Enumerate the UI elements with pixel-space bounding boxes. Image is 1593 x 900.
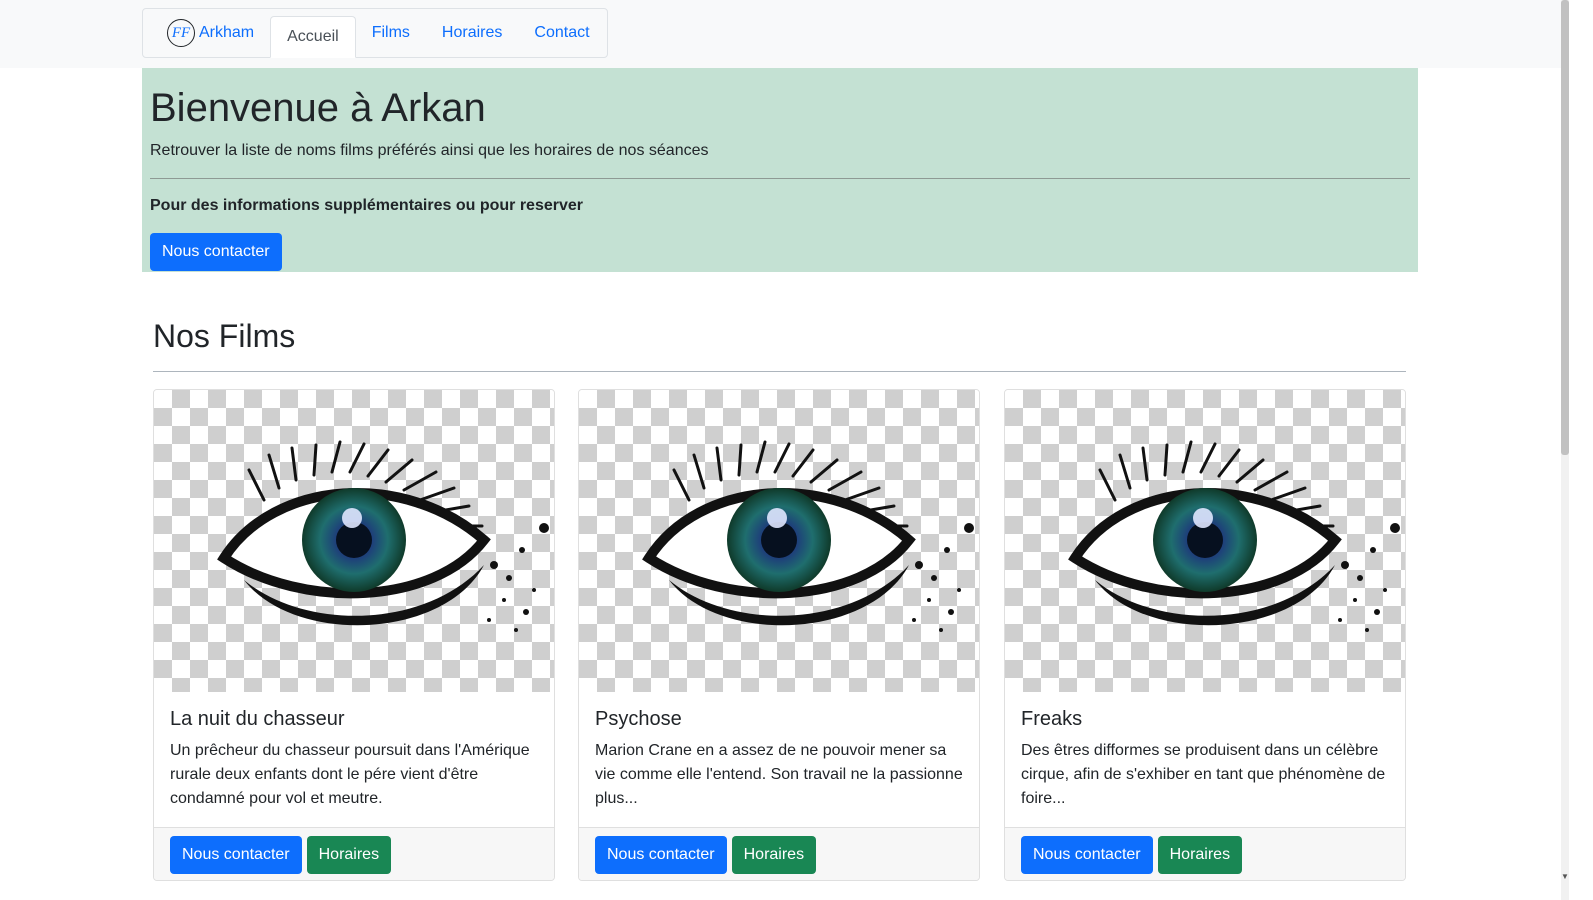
- hero-banner: Bienvenue à Arkan Retrouver la liste de …: [142, 68, 1418, 272]
- card-body: Psychose Marion Crane en a assez de ne p…: [595, 708, 963, 811]
- film-card: La nuit du chasseur Un prêcheur du chass…: [153, 389, 555, 881]
- brand-logo-icon: FF: [167, 19, 195, 47]
- brand-link[interactable]: FF Arkham: [167, 19, 254, 47]
- card-schedule-button[interactable]: Horaires: [1157, 836, 1243, 874]
- card-title: Psychose: [595, 708, 682, 730]
- card-text: Marion Crane en a assez de ne pouvoir me…: [595, 742, 963, 807]
- film-card: Psychose Marion Crane en a assez de ne p…: [578, 389, 980, 881]
- hero-lead: Retrouver la liste de noms films préféré…: [150, 142, 709, 159]
- eye-image: [1005, 390, 1405, 692]
- eye-image: [154, 390, 554, 692]
- hero-info-text: Pour des informations supplémentaires ou…: [150, 197, 583, 214]
- scroll-down-icon[interactable]: ▼: [1561, 872, 1569, 882]
- section-divider: [153, 371, 1406, 372]
- card-schedule-button[interactable]: Horaires: [306, 836, 392, 874]
- card-contact-button[interactable]: Nous contacter: [595, 836, 727, 874]
- card-footer: Nous contacter Horaires: [1005, 827, 1405, 880]
- film-card: Freaks Des êtres difformes se produisent…: [1004, 389, 1406, 881]
- card-schedule-button[interactable]: Horaires: [731, 836, 817, 874]
- card-body: Freaks Des êtres difformes se produisent…: [1021, 708, 1389, 811]
- card-footer: Nous contacter Horaires: [154, 827, 554, 880]
- card-text: Un prêcheur du chasseur poursuit dans l'…: [170, 742, 530, 807]
- card-title: Freaks: [1021, 708, 1083, 730]
- hero-title: Bienvenue à Arkan: [150, 86, 486, 130]
- eye-image: [579, 390, 979, 692]
- card-contact-button[interactable]: Nous contacter: [170, 836, 302, 874]
- nav-link-contact[interactable]: Contact: [518, 12, 605, 54]
- films-section-title: Nos Films: [153, 318, 296, 354]
- card-footer: Nous contacter Horaires: [579, 827, 979, 880]
- card-text: Des êtres difformes se produisent dans u…: [1021, 742, 1386, 807]
- brand-label: Arkham: [199, 24, 255, 41]
- card-title: La nuit du chasseur: [170, 708, 345, 730]
- card-body: La nuit du chasseur Un prêcheur du chass…: [170, 708, 538, 811]
- main-nav: FF Arkham Accueil Films Horaires Contact: [142, 8, 608, 58]
- nav-link-films[interactable]: Films: [356, 12, 426, 54]
- card-contact-button[interactable]: Nous contacter: [1021, 836, 1153, 874]
- nav-link-accueil[interactable]: Accueil: [270, 16, 356, 58]
- nav-link-horaires[interactable]: Horaires: [426, 12, 518, 54]
- hero-divider: [150, 178, 1410, 179]
- scrollbar-thumb[interactable]: [1561, 0, 1569, 455]
- hero-contact-button[interactable]: Nous contacter: [150, 233, 282, 271]
